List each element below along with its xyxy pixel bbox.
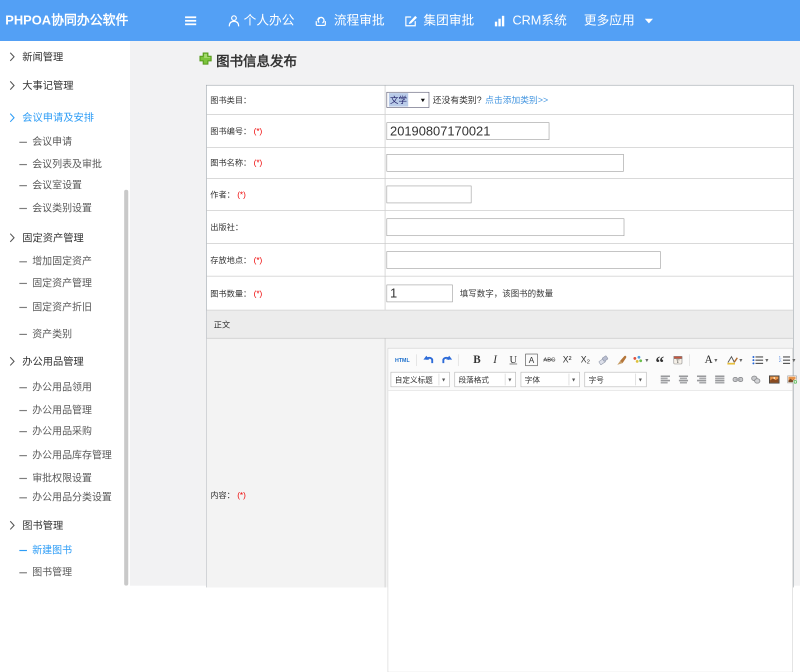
svg-text:2.: 2. — [779, 359, 782, 363]
